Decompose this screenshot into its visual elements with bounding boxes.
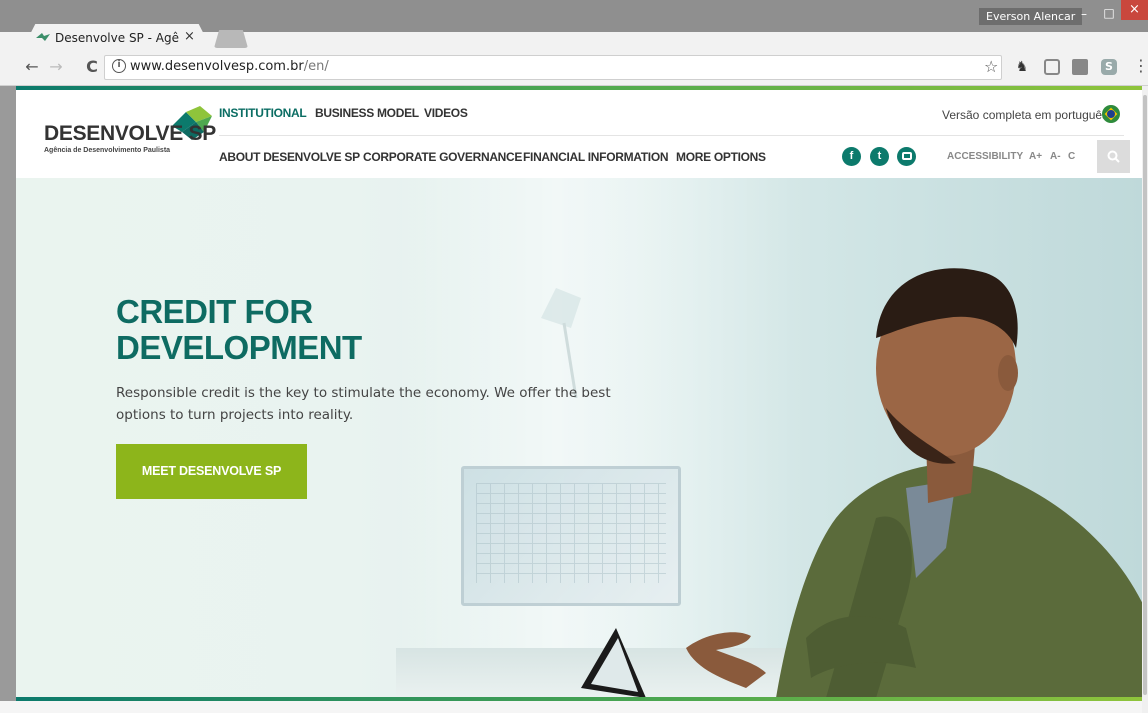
url-path: /en/ (303, 59, 329, 74)
hero-description: Responsible credit is the key to stimula… (116, 385, 611, 423)
hero-banner: CREDIT FOR DEVELOPMENT Responsible credi… (16, 178, 1142, 698)
favicon-icon (36, 33, 50, 41)
scrollbar-thumb[interactable] (1143, 95, 1147, 695)
hero-heading: CREDIT FOR DEVELOPMENT (116, 294, 362, 366)
font-increase-button[interactable]: A+ (1029, 151, 1042, 162)
maximize-window-button[interactable]: □ (1097, 4, 1121, 22)
evernote-extension-icon[interactable]: ♞ (1014, 59, 1030, 75)
nav-institutional[interactable]: INSTITUTIONAL (219, 106, 307, 120)
font-decrease-button[interactable]: A- (1050, 151, 1061, 162)
back-arrow-icon[interactable]: ← (22, 57, 42, 77)
reload-icon[interactable]: C (82, 57, 102, 77)
screenshot-extension-icon[interactable] (1072, 59, 1088, 75)
new-tab-button[interactable] (214, 30, 248, 48)
window-bottom-edge (0, 701, 1148, 713)
site-header: DESENVOLVE SP Agência de Desenvolvimento… (16, 90, 1142, 178)
contrast-button[interactable]: C (1068, 151, 1075, 162)
nav-about[interactable]: ABOUT DESENVOLVE SP (219, 150, 360, 164)
nav-corporate-governance[interactable]: CORPORATE GOVERNANCE (363, 150, 522, 164)
logo-tagline: Agência de Desenvolvimento Paulista (44, 147, 171, 154)
nav-financial-information[interactable]: FINANCIAL INFORMATION (523, 150, 669, 164)
browser-menu-icon[interactable]: ⋮ (1133, 57, 1148, 75)
info-icon[interactable]: i (112, 59, 126, 73)
facebook-icon[interactable]: f (842, 147, 861, 166)
youtube-icon[interactable] (897, 147, 916, 166)
bookmark-star-icon[interactable]: ☆ (984, 57, 998, 76)
tab-close-icon[interactable]: × (184, 29, 195, 44)
url-host: www.desenvolvesp.com.br (130, 59, 304, 74)
skype-extension-icon[interactable]: S (1101, 59, 1117, 75)
search-icon (1107, 150, 1120, 163)
minimize-window-button[interactable]: – (1072, 6, 1096, 24)
tab-title: Desenvolve SP - Agência (55, 31, 180, 45)
hero-heading-line-2: DEVELOPMENT (116, 329, 362, 366)
forward-arrow-icon[interactable]: → (46, 57, 66, 77)
nav-more-options[interactable]: MORE OPTIONS (676, 150, 766, 164)
portuguese-version-link[interactable]: Versão completa em português (942, 108, 1108, 122)
twitter-icon[interactable]: t (870, 147, 889, 166)
nav-business-model[interactable]: BUSINESS MODEL (315, 106, 419, 120)
meet-desenvolve-sp-button[interactable]: MEET DESENVOLVE SP (116, 444, 307, 499)
nav-videos[interactable]: VIDEOS (424, 106, 468, 120)
hero-heading-line-1: CREDIT FOR (116, 293, 313, 330)
window-left-edge (0, 86, 16, 713)
brazil-flag-icon[interactable] (1102, 105, 1120, 123)
camera-extension-icon[interactable] (1044, 59, 1060, 75)
search-button[interactable] (1097, 140, 1130, 173)
profile-name[interactable]: Everson Alencar (979, 8, 1083, 25)
header-divider (219, 135, 1124, 136)
logo-wordmark[interactable]: DESENVOLVE SP (44, 122, 216, 146)
accessibility-label: ACCESSIBILITY (947, 151, 1024, 162)
url-text[interactable]: www.desenvolvesp.com.br/en/ (130, 59, 329, 74)
businessman-with-tablet-image (581, 268, 1142, 698)
close-window-button[interactable]: × (1121, 0, 1148, 20)
